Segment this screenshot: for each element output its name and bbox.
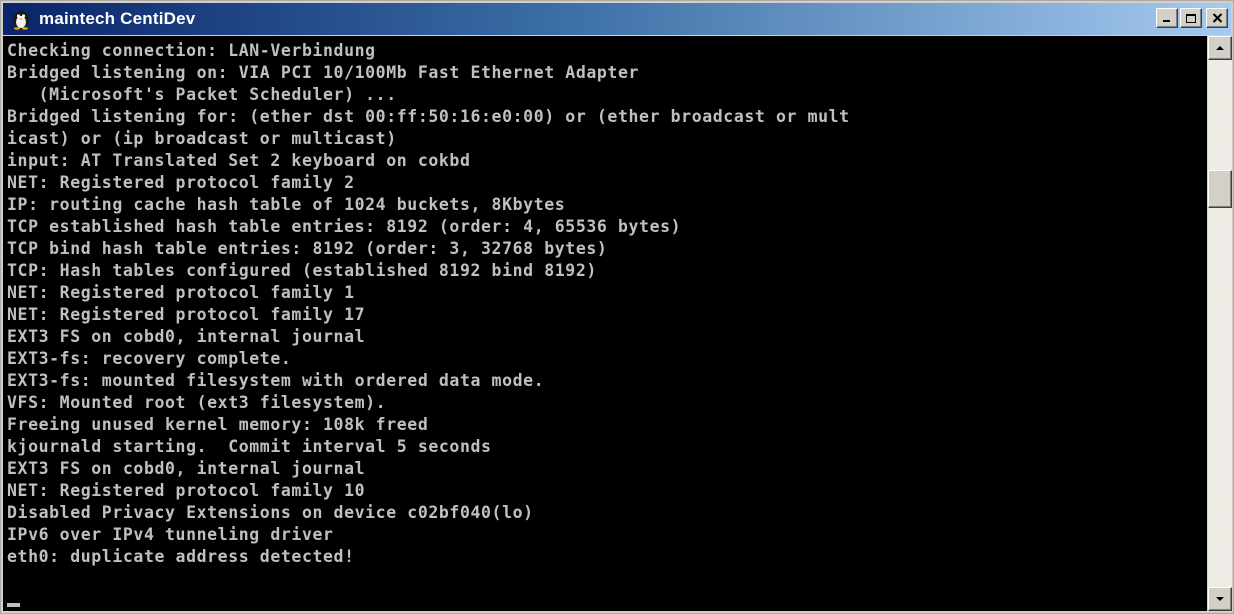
console-line: IPv6 over IPv4 tunneling driver <box>7 525 334 544</box>
scroll-down-arrow-icon <box>1216 597 1224 601</box>
console-line: Bridged listening for: (ether dst 00:ff:… <box>7 107 850 126</box>
text-cursor <box>7 603 20 607</box>
console-line: (Microsoft's Packet Scheduler) ... <box>7 85 397 104</box>
console-line: kjournald starting. Commit interval 5 se… <box>7 437 492 456</box>
maximize-button[interactable] <box>1180 8 1202 28</box>
scroll-up-button[interactable] <box>1208 36 1232 60</box>
console-window: maintech CentiDev Checking connection: L… <box>0 0 1234 614</box>
window-controls <box>1156 8 1228 28</box>
console-line: Checking connection: LAN-Verbindung <box>7 41 376 60</box>
scrollbar-thumb[interactable] <box>1208 170 1232 208</box>
console-line: NET: Registered protocol family 10 <box>7 481 366 500</box>
scroll-up-arrow-icon <box>1216 46 1224 50</box>
console-line: input: AT Translated Set 2 keyboard on c… <box>7 151 471 170</box>
console-line: eth0: duplicate address detected! <box>7 547 355 566</box>
minimize-icon <box>1163 20 1170 22</box>
console-output[interactable]: Checking connection: LAN-Verbindung Bridg… <box>3 36 1207 611</box>
minimize-button[interactable] <box>1156 8 1178 28</box>
console-line: NET: Registered protocol family 1 <box>7 283 355 302</box>
vertical-scrollbar[interactable] <box>1208 36 1232 611</box>
console-line: NET: Registered protocol family 17 <box>7 305 366 324</box>
console-line: IP: routing cache hash table of 1024 buc… <box>7 195 566 214</box>
maximize-icon <box>1186 13 1196 23</box>
console-line: VFS: Mounted root (ext3 filesystem). <box>7 393 387 412</box>
console-line: EXT3 FS on cobd0, internal journal <box>7 327 366 346</box>
console-line: TCP: Hash tables configured (established… <box>7 261 597 280</box>
console-line: Bridged listening on: VIA PCI 10/100Mb F… <box>7 63 640 82</box>
console-line: Freeing unused kernel memory: 108k freed <box>7 415 429 434</box>
app-icon[interactable] <box>9 7 33 31</box>
console-line: EXT3-fs: mounted filesystem with ordered… <box>7 371 545 390</box>
console-line: NET: Registered protocol family 2 <box>7 173 355 192</box>
console-line: EXT3-fs: recovery complete. <box>7 349 292 368</box>
scroll-down-button[interactable] <box>1208 587 1232 611</box>
close-icon <box>1212 13 1222 23</box>
console-line: icast) or (ip broadcast or multicast) <box>7 129 397 148</box>
console-line: TCP bind hash table entries: 8192 (order… <box>7 239 608 258</box>
console-line: EXT3 FS on cobd0, internal journal <box>7 459 366 478</box>
console-line: Disabled Privacy Extensions on device c0… <box>7 503 534 522</box>
close-button[interactable] <box>1206 8 1228 28</box>
title-bar[interactable]: maintech CentiDev <box>3 3 1231 35</box>
window-title: maintech CentiDev <box>39 9 196 28</box>
console-line: TCP established hash table entries: 8192… <box>7 217 682 236</box>
console-lines: Checking connection: LAN-Verbindung Bridg… <box>7 40 850 568</box>
